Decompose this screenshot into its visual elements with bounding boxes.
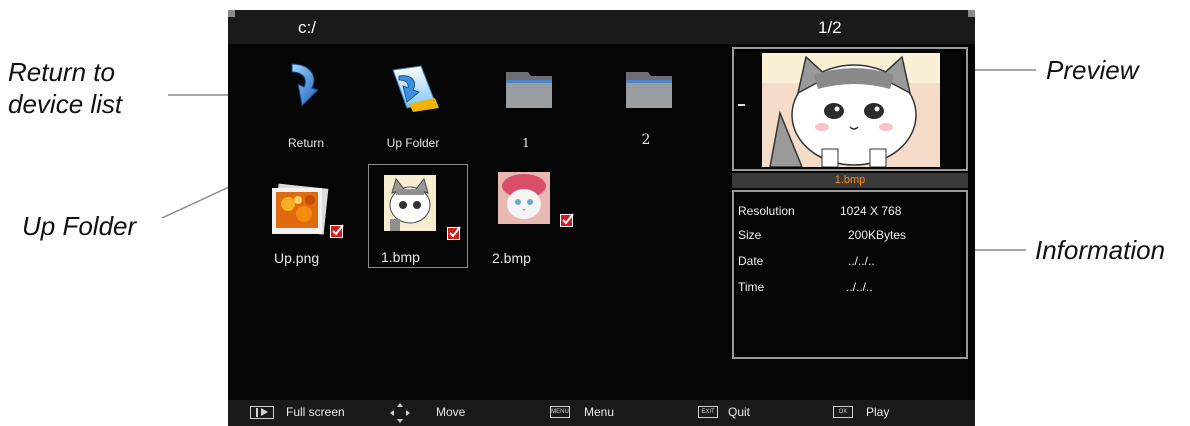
grid-item-folder-2[interactable]: 2 bbox=[598, 54, 694, 148]
corner-marker-left bbox=[228, 10, 235, 17]
checked-icon[interactable] bbox=[447, 226, 461, 240]
title-bar: c:/ 1/2 bbox=[228, 10, 975, 44]
checked-icon[interactable] bbox=[330, 224, 344, 238]
checked-icon[interactable] bbox=[560, 213, 574, 227]
grid-item-1-bmp[interactable]: 1.bmp bbox=[368, 164, 468, 268]
date-label: Date bbox=[738, 254, 764, 268]
grid-item-label: 2.bmp bbox=[492, 250, 531, 266]
size-label: Size bbox=[738, 228, 762, 242]
preview-panel bbox=[732, 47, 968, 171]
hint-move: Move bbox=[436, 405, 466, 419]
corner-marker-right bbox=[968, 10, 975, 17]
hint-play: Play bbox=[866, 405, 890, 419]
resolution-value: 1024 X 768 bbox=[840, 204, 902, 218]
media-browser-screen: c:/ 1/2 Return Up Folder 1 2 Up.png 1.bm… bbox=[228, 10, 975, 426]
time-label: Time bbox=[738, 280, 765, 294]
up-folder-icon bbox=[392, 65, 439, 112]
resolution-label: Resolution bbox=[738, 204, 795, 218]
grid-item-label: 2 bbox=[641, 132, 651, 148]
grid-item-2-bmp[interactable]: 2.bmp bbox=[490, 172, 586, 266]
size-value: 200KBytes bbox=[848, 228, 907, 242]
preview-image bbox=[762, 53, 940, 167]
fullscreen-key-icon bbox=[250, 406, 274, 419]
hint-menu: Menu bbox=[584, 405, 615, 419]
time-value: ../../.. bbox=[846, 280, 873, 294]
folder-icon bbox=[506, 72, 552, 108]
image-thumbnail bbox=[384, 175, 436, 231]
directional-pad-icon bbox=[390, 403, 410, 423]
image-thumbnail bbox=[498, 172, 550, 224]
grid-item-label: 1 bbox=[522, 136, 530, 150]
menu-key-icon: MENU bbox=[550, 406, 570, 418]
page-indicator: 1/2 bbox=[818, 18, 842, 37]
current-path: c:/ bbox=[298, 18, 316, 37]
ok-key-icon: OK bbox=[833, 406, 853, 418]
grid-item-label: Up.png bbox=[274, 250, 320, 266]
date-value: ../../.. bbox=[848, 254, 875, 268]
grid-item-label: Up Folder bbox=[386, 136, 440, 150]
information-panel: Resolution 1024 X 768 Size 200KBytes Dat… bbox=[732, 190, 968, 359]
grid-item-up-png[interactable]: Up.png bbox=[258, 172, 354, 266]
preview-filename: 1.bmp bbox=[732, 173, 968, 188]
footer-hint-bar: Full screen Move MENU Menu EXIT Quit OK … bbox=[228, 400, 975, 426]
grid-item-folder-1[interactable]: 1 bbox=[478, 54, 574, 150]
grid-item-label: Return bbox=[287, 136, 325, 150]
preview-dash bbox=[738, 104, 745, 106]
grid-item-up-folder[interactable]: Up Folder bbox=[365, 54, 461, 150]
image-thumbnail bbox=[272, 183, 329, 235]
grid-item-return[interactable]: Return bbox=[258, 54, 354, 150]
grid-item-label: 1.bmp bbox=[381, 249, 420, 265]
folder-icon bbox=[626, 72, 672, 108]
hint-fullscreen: Full screen bbox=[286, 405, 345, 419]
hint-quit: Quit bbox=[728, 405, 751, 419]
exit-key-icon: EXIT bbox=[698, 406, 718, 418]
return-arrow-icon bbox=[291, 63, 319, 108]
